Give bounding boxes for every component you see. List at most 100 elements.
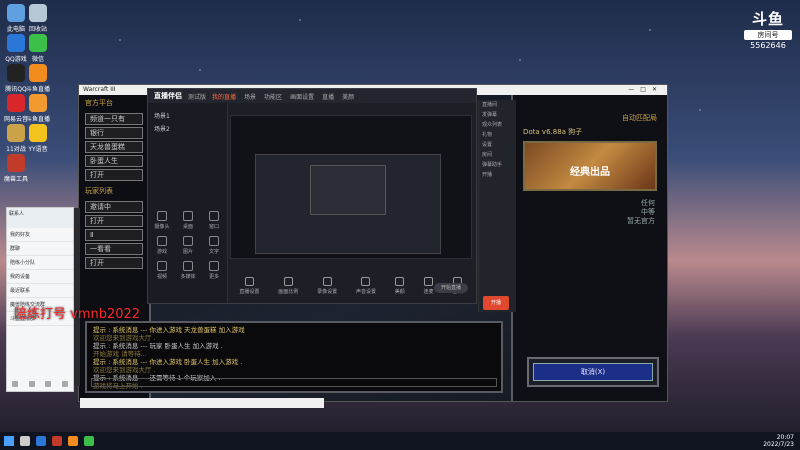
- toolbar-label: 画面比例: [278, 289, 299, 295]
- search-icon[interactable]: [20, 436, 30, 446]
- side-panel-line[interactable]: 礼物: [479, 130, 516, 140]
- desktop-icon[interactable]: 斗鱼直播: [24, 64, 52, 93]
- qq-header: 联系人: [7, 208, 73, 228]
- taskbar-douyu-icon[interactable]: [68, 436, 78, 446]
- scene-list: 场景1 场景2: [148, 103, 227, 135]
- chat-line: 开始游戏 请等待...: [93, 350, 147, 358]
- source-tool[interactable]: 更多: [204, 261, 224, 280]
- contact-item[interactable]: 群聊: [7, 242, 73, 256]
- qq-bottom-icons: [7, 381, 73, 389]
- message-icon[interactable]: [45, 381, 52, 387]
- tool-label: 视频: [156, 274, 167, 280]
- player-button[interactable]: 一看看: [85, 243, 143, 255]
- toolbar-button[interactable]: 声音设置: [356, 277, 376, 295]
- lobby-right-panel: 自动匹配局 Dota v6.88a 狗子 经典出品 任何 中等 暂无官方 取消(X): [511, 95, 667, 401]
- chat-line: 提示 : 系统消息 --- 玩家 卧蛋人生 加入游戏 .: [93, 342, 223, 350]
- chat-line: 欢迎您来到游戏大厅 .: [93, 366, 156, 374]
- app-tab[interactable]: 画面设置: [290, 92, 314, 101]
- toolbar-button[interactable]: 画面比例: [278, 277, 298, 295]
- left-panel-title: 官方平台: [85, 99, 113, 107]
- channel-button[interactable]: 打开: [85, 169, 143, 181]
- windows-start-icon[interactable]: [4, 436, 14, 446]
- qq-window[interactable]: 联系人 我的好友 群聊 陪练小分队 我的设备 最近联系 魔兽陪练交流群 斗鱼直播群: [6, 207, 74, 392]
- desktop-icon-label: 回收站: [28, 26, 47, 33]
- clock-date: 2022/7/23: [763, 441, 794, 448]
- player-button[interactable]: Ⅱ: [85, 229, 143, 241]
- contact-item[interactable]: 我的设备: [7, 270, 73, 284]
- file-icon[interactable]: [61, 381, 68, 387]
- menu-icon[interactable]: [12, 381, 19, 387]
- go-live-button[interactable]: 开播: [483, 296, 509, 310]
- side-panel-line[interactable]: 发弹幕: [479, 110, 516, 120]
- desktop-icon[interactable]: 回收站: [24, 4, 52, 33]
- scene-item[interactable]: 场景2: [148, 122, 227, 135]
- side-panel-line[interactable]: 弹幕助手: [479, 160, 516, 170]
- taskbar-warcraft-icon[interactable]: [52, 436, 62, 446]
- app-tab[interactable]: 我的直播: [212, 92, 236, 101]
- app-icon: [29, 64, 47, 82]
- toolbar-button[interactable]: 录像设置: [317, 277, 337, 295]
- desktop-icon[interactable]: 微信: [24, 34, 52, 63]
- side-panel-line[interactable]: 房间: [479, 150, 516, 160]
- tool-label: 文字: [208, 249, 219, 255]
- side-panel-line[interactable]: 观众列表: [479, 120, 516, 130]
- start-live-button[interactable]: 开始直播: [434, 283, 468, 293]
- contact-item[interactable]: 最近联系: [7, 284, 73, 298]
- left-panel-title-2: 玩家列表: [85, 187, 113, 195]
- source-tool[interactable]: 窗口: [204, 211, 224, 230]
- toolbar-button[interactable]: 连麦: [424, 277, 434, 295]
- source-tool[interactable]: 文字: [204, 236, 224, 255]
- toolbar-icon: [322, 277, 332, 286]
- desktop-icon[interactable]: YY语音: [24, 124, 52, 153]
- player-button[interactable]: 打开: [85, 215, 143, 227]
- channel-button[interactable]: 银行: [85, 127, 143, 139]
- tool-label: 摄像头: [154, 224, 170, 230]
- scene-item[interactable]: 场景1: [148, 109, 227, 122]
- channel-button[interactable]: 频道一只有: [85, 113, 143, 125]
- source-tool[interactable]: 视频: [152, 261, 172, 280]
- tool-label: 桌面: [182, 224, 193, 230]
- side-panel-line[interactable]: 设置: [479, 140, 516, 150]
- app-icon: [7, 64, 25, 82]
- app-tab[interactable]: 功能区: [264, 92, 282, 101]
- cancel-button[interactable]: 取消(X): [533, 363, 653, 381]
- source-tool[interactable]: 多媒体: [178, 261, 198, 280]
- window-controls[interactable]: —□✕: [628, 85, 663, 95]
- toolbar-icon: [395, 277, 405, 286]
- chat-input[interactable]: [91, 378, 497, 387]
- player-button[interactable]: 打开: [85, 257, 143, 269]
- toolbar-button[interactable]: 直播设置: [239, 277, 259, 295]
- player-button[interactable]: 邀请中: [85, 201, 143, 213]
- contact-item[interactable]: 陪练小分队: [7, 256, 73, 270]
- source-tool[interactable]: 图片: [178, 236, 198, 255]
- toolbar-button[interactable]: 美颜: [395, 277, 405, 295]
- room-label: 房间号: [744, 30, 792, 40]
- tool-icon: [183, 261, 193, 271]
- side-panel-line[interactable]: 开播: [479, 170, 516, 180]
- qq-title: 联系人: [9, 211, 25, 217]
- streaming-app-window[interactable]: 直播伴侣 测试版 我的直播 场景 功能区 画面设置 直播 美颜 场景1 场景2 摄像头 桌面 窗…: [147, 88, 477, 304]
- clock-time: 20:07: [776, 434, 794, 441]
- app-tab[interactable]: 美颜: [342, 92, 354, 101]
- app-tab[interactable]: 场景: [244, 92, 256, 101]
- taskbar-wechat-icon[interactable]: [84, 436, 94, 446]
- channel-button[interactable]: 卧蛋人生: [85, 155, 143, 167]
- source-tool[interactable]: 桌面: [178, 211, 198, 230]
- desktop-icon[interactable]: 魔兽工具: [2, 154, 30, 183]
- contact-item[interactable]: 我的好友: [7, 228, 73, 242]
- tool-label: 更多: [208, 274, 219, 280]
- app-icon: [7, 34, 25, 52]
- side-panel-line[interactable]: 直播间: [479, 100, 516, 110]
- channel-button[interactable]: 天龙兽蛋糕: [85, 141, 143, 153]
- tool-icon: [209, 211, 219, 221]
- source-tool[interactable]: 游戏: [152, 236, 172, 255]
- map-info-line: 中等: [641, 208, 655, 216]
- source-tool[interactable]: 摄像头: [152, 211, 172, 230]
- tool-icon: [157, 236, 167, 246]
- toolbar-icon: [244, 277, 254, 286]
- system-clock[interactable]: 20:07 2022/7/23: [763, 434, 794, 448]
- taskbar-qq-icon[interactable]: [36, 436, 46, 446]
- warcraft-window-title: Warcraft III: [83, 86, 116, 93]
- app-tab[interactable]: 直播: [322, 92, 334, 101]
- settings-icon[interactable]: [28, 381, 35, 387]
